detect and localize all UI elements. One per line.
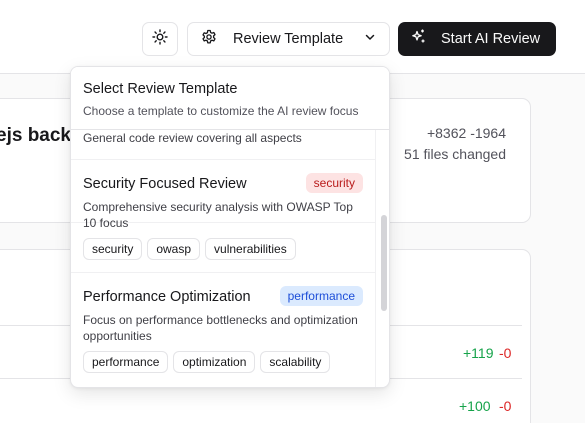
review-template-button[interactable]: Review Template bbox=[187, 22, 390, 56]
tag: owasp bbox=[147, 238, 201, 260]
template-option-name: Performance Optimization bbox=[83, 289, 251, 305]
tag-list: security owasp vulnerabilities bbox=[83, 238, 296, 260]
category-badge-security: security bbox=[305, 173, 363, 193]
start-ai-review-label: Start AI Review bbox=[441, 31, 541, 47]
dropdown-subtitle: Choose a template to customize the AI re… bbox=[83, 104, 359, 118]
file-row-deletions: -0 bbox=[499, 398, 512, 414]
file-row-additions: +119 bbox=[463, 345, 494, 361]
tag: performance bbox=[83, 351, 169, 373]
gear-icon bbox=[201, 29, 217, 50]
tag: optimization bbox=[173, 351, 256, 373]
chevron-down-icon bbox=[363, 30, 377, 49]
template-option-description: Comprehensive security analysis with OWA… bbox=[83, 200, 353, 230]
category-badge-performance: performance bbox=[279, 286, 363, 306]
theme-toggle-button[interactable] bbox=[142, 22, 178, 56]
tag: security bbox=[83, 238, 143, 260]
tag-list: performance optimization scalability bbox=[83, 351, 331, 373]
template-option-description: General code review covering all aspects bbox=[83, 131, 302, 145]
dropdown-header: Select Review Template Choose a template… bbox=[71, 67, 389, 130]
pr-title: ejs back bbox=[0, 125, 71, 146]
template-list: General code review covering all aspects… bbox=[71, 130, 375, 387]
template-option-performance[interactable]: Performance Optimization performance Foc… bbox=[71, 273, 375, 387]
review-template-label: Review Template bbox=[233, 31, 344, 47]
template-option-name: Security Focused Review bbox=[83, 176, 247, 192]
file-row-deletions: -0 bbox=[499, 345, 512, 361]
start-ai-review-button[interactable]: Start AI Review bbox=[398, 22, 556, 56]
pr-line-stats: +8362 -1964 bbox=[427, 125, 506, 141]
dropdown-title: Select Review Template bbox=[83, 81, 238, 97]
sun-icon bbox=[152, 28, 168, 50]
file-row-additions: +100 bbox=[459, 398, 491, 414]
pr-files-changed: 51 files changed bbox=[404, 146, 506, 162]
tag: scalability bbox=[260, 351, 331, 373]
sparkles-icon bbox=[410, 28, 427, 50]
scrollbar-thumb[interactable] bbox=[381, 215, 387, 311]
page: ejs back +8362 -1964 51 files changed +1… bbox=[0, 0, 585, 423]
tag: vulnerabilities bbox=[205, 238, 296, 260]
dropdown-scrollbar[interactable] bbox=[375, 130, 389, 387]
template-option-description: Focus on performance bottlenecks and opt… bbox=[83, 313, 358, 343]
template-option-security[interactable]: Security Focused Review security Compreh… bbox=[71, 159, 375, 273]
review-template-dropdown: Select Review Template Choose a template… bbox=[70, 66, 390, 388]
pr-deletions: -1964 bbox=[470, 125, 506, 141]
pr-additions: +8362 bbox=[426, 125, 467, 141]
option-divider bbox=[71, 159, 375, 160]
